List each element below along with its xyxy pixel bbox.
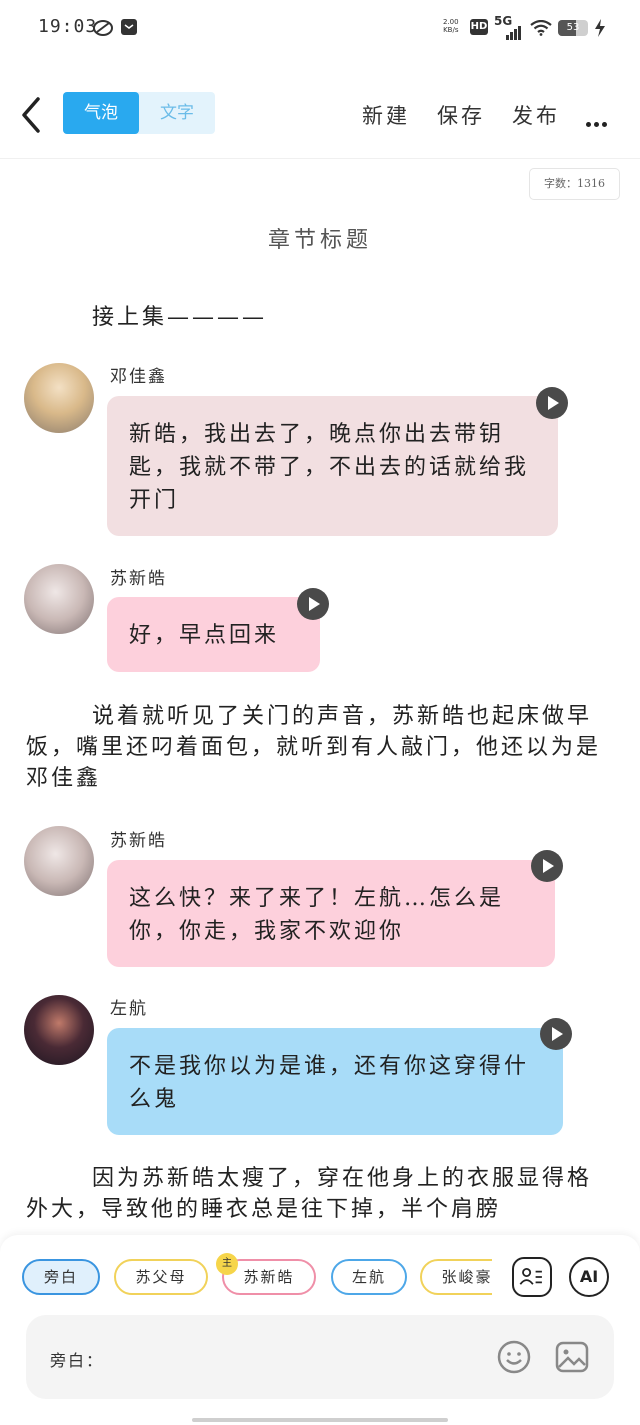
avatar-zuohang[interactable] — [24, 995, 94, 1065]
character-list-icon[interactable] — [512, 1257, 552, 1297]
new-button[interactable]: 新建 — [362, 100, 410, 130]
back-arrow-icon[interactable] — [18, 95, 48, 135]
signal-icon — [506, 21, 522, 40]
message-bubble[interactable]: 不是我你以为是谁，还有你这穿得什么鬼 — [107, 1028, 563, 1135]
character-chip[interactable]: 左航 — [331, 1259, 407, 1295]
character-chip[interactable]: 苏父母 — [114, 1259, 208, 1295]
speaker-name: 邓佳鑫 — [110, 367, 167, 387]
network-speed: 2.00 KB/s — [443, 18, 459, 34]
message-bubble[interactable]: 这么快？来了来了！左航…怎么是你，你走，我家不欢迎你 — [107, 860, 555, 967]
speaker-name: 左航 — [110, 999, 148, 1019]
message-bubble[interactable]: 新皓，我出去了，晚点你出去带钥匙，我就不带了，不出去的话就给我开门 — [107, 396, 558, 536]
network-speed-unit: KB/s — [443, 26, 459, 34]
image-icon[interactable] — [554, 1339, 590, 1375]
play-audio-icon[interactable] — [531, 850, 563, 882]
avatar-dengjiaxin[interactable] — [24, 363, 94, 433]
app-notification-icon — [93, 20, 113, 36]
tab-bubble[interactable]: 气泡 — [63, 92, 139, 134]
chapter-title[interactable]: 章节标题 — [0, 222, 640, 254]
battery-level: 53 — [566, 22, 580, 33]
play-audio-icon[interactable] — [536, 387, 568, 419]
narration-text[interactable]: 因为苏新皓太瘦了，穿在他身上的衣服显得格外大，导致他的睡衣总是往下掉，半个肩膀 — [26, 1163, 616, 1225]
charging-icon — [595, 19, 605, 37]
intro-text[interactable]: 接上集———— — [92, 302, 267, 333]
battery-icon: 53 — [558, 20, 588, 36]
speaker-name: 苏新皓 — [110, 569, 167, 589]
play-audio-icon[interactable] — [540, 1018, 572, 1050]
avatar-suxinhao[interactable] — [24, 564, 94, 634]
character-chip-list[interactable]: 旁白 苏父母 苏新皓 左航 张峻豪 — [20, 1259, 492, 1299]
main-character-badge: 主 — [216, 1253, 238, 1275]
mode-toggle: 气泡 文字 — [63, 92, 215, 134]
character-chip[interactable]: 张峻豪 — [420, 1259, 492, 1295]
tab-text[interactable]: 文字 — [139, 92, 215, 134]
play-audio-icon[interactable] — [297, 588, 329, 620]
dialogue-input[interactable]: 旁白： — [26, 1315, 614, 1399]
character-input-panel: 旁白 苏父母 苏新皓 左航 张峻豪 主 AI 旁白： — [0, 1235, 640, 1425]
status-bar: 19:03 2.00 KB/s HD 5G 53 — [0, 0, 640, 58]
ai-button[interactable]: AI — [569, 1257, 609, 1297]
word-count: 字数：1316 — [529, 168, 620, 200]
home-indicator[interactable] — [192, 1418, 448, 1422]
character-chip[interactable]: 旁白 — [22, 1259, 100, 1295]
wifi-icon — [530, 20, 552, 36]
network-speed-value: 2.00 — [443, 18, 459, 26]
input-speaker-label: 旁白： — [50, 1351, 105, 1370]
hd-badge: HD — [470, 19, 488, 35]
message-notification-icon — [121, 19, 137, 35]
save-button[interactable]: 保存 — [437, 100, 485, 130]
editor-toolbar: 气泡 文字 新建 保存 发布 — [0, 78, 640, 159]
avatar-suxinhao[interactable] — [24, 826, 94, 896]
publish-button[interactable]: 发布 — [512, 100, 560, 130]
message-bubble[interactable]: 好，早点回来 — [107, 597, 320, 672]
speaker-name: 苏新皓 — [110, 831, 167, 851]
more-options-icon[interactable] — [586, 112, 610, 131]
emoji-icon[interactable] — [496, 1339, 532, 1375]
narration-text[interactable]: 说着就听见了关门的声音，苏新皓也起床做早饭，嘴里还叼着面包，就听到有人敲门，他还… — [26, 701, 616, 794]
status-time: 19:03 — [38, 16, 98, 37]
